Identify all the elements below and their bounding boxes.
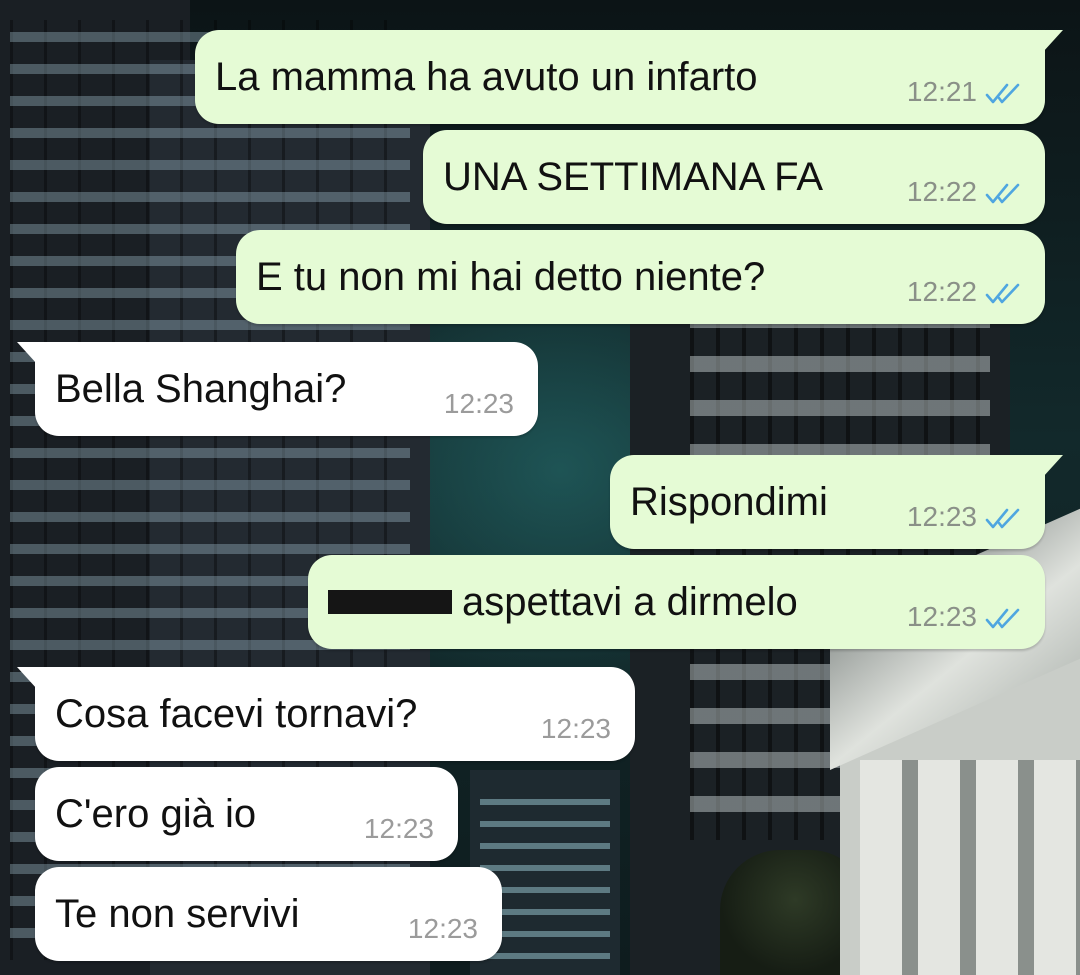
message-timestamp: 12:23 <box>363 813 434 844</box>
message-text: E tu non mi hai detto niente? <box>256 255 766 299</box>
double-check-read-icon <box>985 608 1020 629</box>
message-timestamp: 12:23 <box>443 388 514 419</box>
message-text: Bella Shanghai? <box>55 367 347 411</box>
message-text: C'ero già io <box>55 792 257 836</box>
message-text: Cosa facevi tornavi? <box>55 692 418 736</box>
double-check-read-icon <box>985 508 1020 529</box>
message-text-row: aspettavi a dirmelo <box>328 555 798 649</box>
message-text: La mamma ha avuto un infarto <box>215 55 758 99</box>
message-bubble-incoming[interactable]: Cosa facevi tornavi? 12:23 <box>17 667 635 761</box>
message-timestamp: 12:22 <box>906 276 977 307</box>
message-timestamp: 12:22 <box>906 176 977 207</box>
message-text: UNA SETTIMANA FA <box>443 155 824 199</box>
message-bubble-outgoing[interactable]: E tu non mi hai detto niente? 12:22 <box>236 230 1045 324</box>
message-timestamp: 12:23 <box>906 601 977 632</box>
message-bubble-incoming[interactable]: Bella Shanghai? 12:23 <box>17 342 538 436</box>
message-bubble-outgoing[interactable]: La mamma ha avuto un infarto 12:21 <box>195 30 1063 124</box>
message-timestamp: 12:23 <box>906 501 977 532</box>
message-timestamp: 12:21 <box>906 76 977 107</box>
message-bubble-incoming[interactable]: C'ero già io 12:23 <box>35 767 458 861</box>
double-check-read-icon <box>985 283 1020 304</box>
message-text: Te non servivi <box>55 892 300 936</box>
double-check-read-icon <box>985 83 1020 104</box>
message-bubble-outgoing[interactable]: UNA SETTIMANA FA 12:22 <box>423 130 1045 224</box>
message-text: Rispondimi <box>630 480 828 524</box>
double-check-read-icon <box>985 183 1020 204</box>
message-timestamp: 12:23 <box>407 913 478 944</box>
message-text: aspettavi a dirmelo <box>462 580 798 624</box>
message-timestamp: 12:23 <box>540 713 611 744</box>
redaction-mark <box>328 590 452 615</box>
message-bubble-incoming[interactable]: Te non servivi 12:23 <box>35 867 502 961</box>
message-bubble-outgoing[interactable]: aspettavi a dirmelo 12:23 <box>308 555 1045 649</box>
message-bubble-outgoing[interactable]: Rispondimi 12:23 <box>610 455 1063 549</box>
wallpaper-columns <box>860 760 1080 975</box>
